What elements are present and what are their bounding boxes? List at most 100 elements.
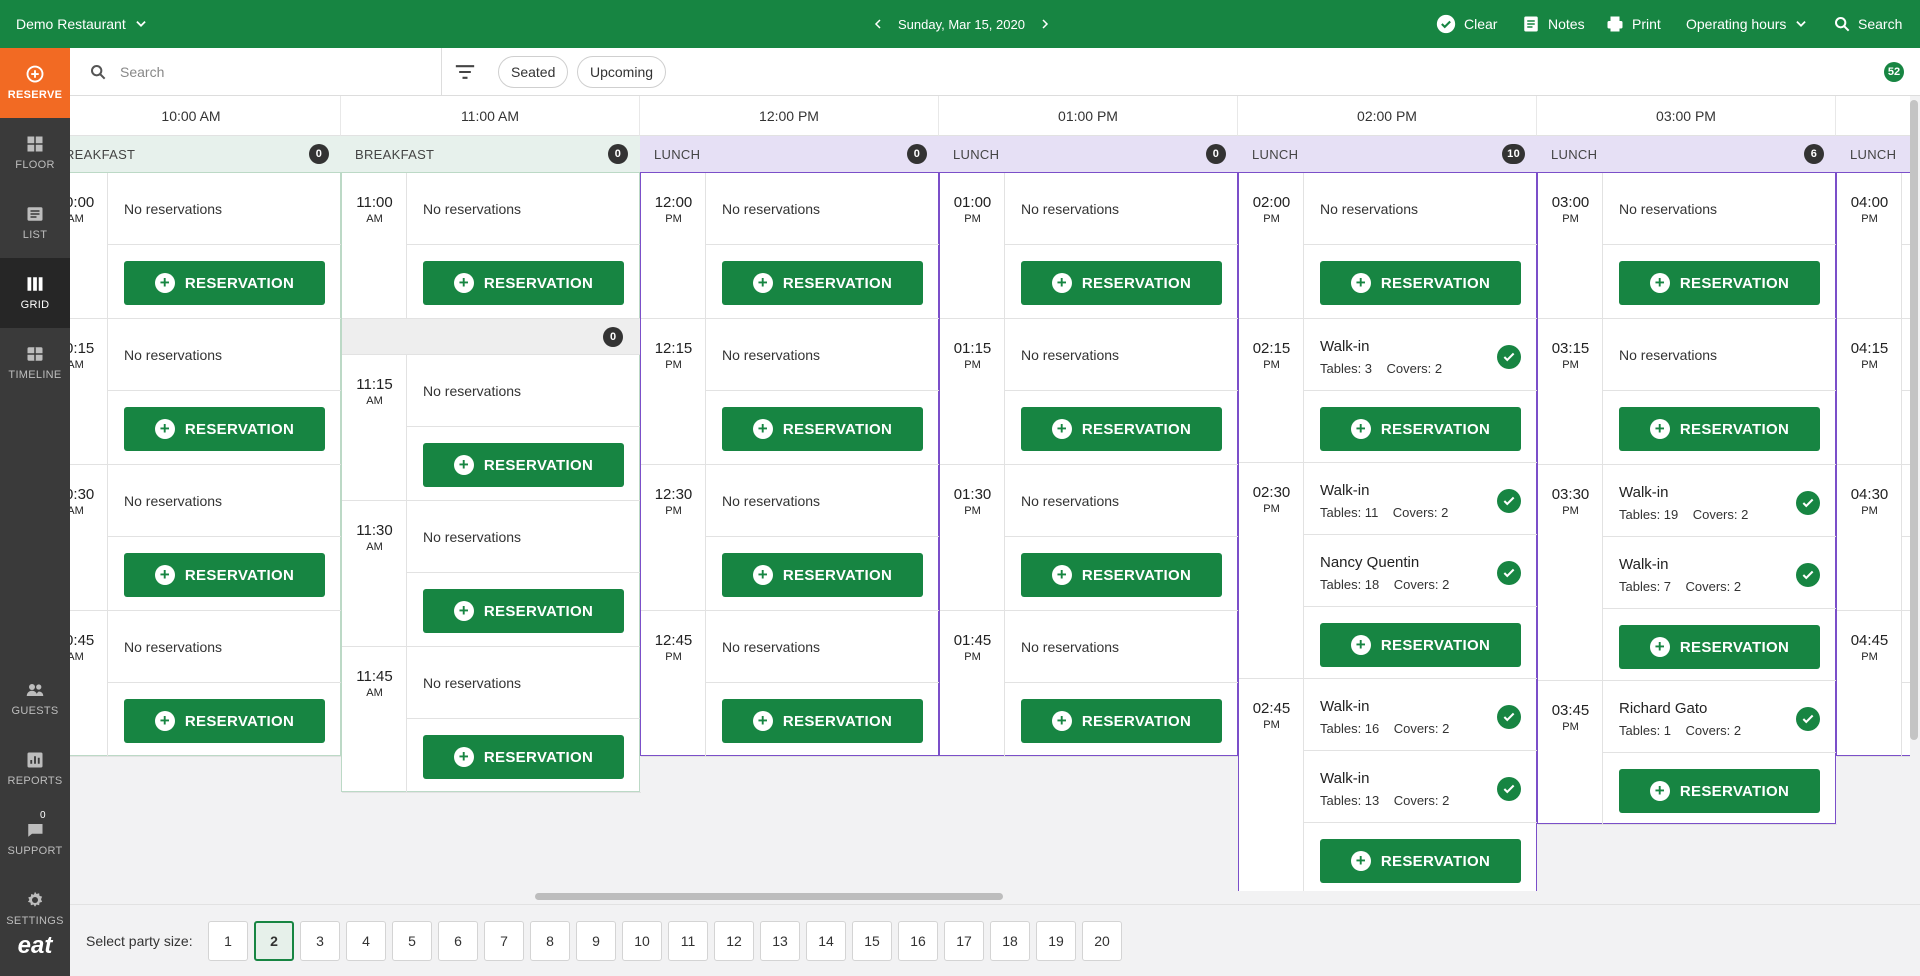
reservation-card[interactable]: Walk-in Tables: 19 Covers: 2 xyxy=(1603,465,1837,537)
search-button[interactable]: Search xyxy=(1834,0,1902,48)
guest-name: Walk-in xyxy=(1320,698,1370,715)
add-reservation-button[interactable]: + RESERVATION xyxy=(423,443,624,487)
reservation-card[interactable]: Walk-in Tables: 16 Covers: 2 xyxy=(1304,679,1538,751)
add-reservation-button[interactable]: + RESERVATION xyxy=(1320,839,1521,883)
add-reservation-button[interactable]: + RESERVATION xyxy=(1021,699,1222,743)
reservation-card[interactable]: Walk-in Tables: 3 Covers: 2 xyxy=(1304,319,1538,391)
time-slot: 03:15 PM No reservations + RESERVATION xyxy=(1538,319,1837,465)
add-reservation-button[interactable]: + RESERVATION xyxy=(1021,261,1222,305)
notes-button[interactable]: Notes xyxy=(1522,0,1585,48)
party-size-button[interactable]: 15 xyxy=(852,921,892,961)
search-input[interactable]: Search xyxy=(120,64,164,80)
no-reservations-text: No reservations xyxy=(423,383,522,399)
add-reservation-button[interactable]: + RESERVATION xyxy=(1320,623,1521,667)
seated-filter-chip[interactable]: Seated xyxy=(498,56,569,88)
party-size-button[interactable]: 9 xyxy=(576,921,616,961)
horizontal-scrollbar[interactable] xyxy=(535,893,1003,900)
slot-time: 02:00 xyxy=(1252,194,1291,211)
chevron-left-icon[interactable] xyxy=(872,17,884,31)
add-reservation-button[interactable]: + RESERVATION xyxy=(423,735,624,779)
add-reservation-button[interactable]: + RESERVATION xyxy=(423,589,624,633)
reservation-button-label: RESERVATION xyxy=(184,274,295,292)
upcoming-filter-chip[interactable]: Upcoming xyxy=(577,56,667,88)
time-slot: 03:00 PM No reservations + RESERVATION xyxy=(1538,173,1837,319)
guest-name: Richard Gato xyxy=(1619,700,1708,717)
add-reservation-button[interactable]: + RESERVATION xyxy=(124,407,325,451)
add-reservation-button[interactable]: + RESERVATION xyxy=(1619,261,1820,305)
slot-ampm: AM xyxy=(70,651,84,663)
add-reservation-button[interactable]: + RESERVATION xyxy=(722,699,923,743)
party-size-button[interactable]: 13 xyxy=(760,921,800,961)
party-size-button[interactable]: 20 xyxy=(1082,921,1122,961)
party-size-button[interactable]: 18 xyxy=(990,921,1030,961)
party-size-button[interactable]: 4 xyxy=(346,921,386,961)
add-reservation-button[interactable]: + RESERVATION xyxy=(1619,769,1820,813)
reservation-card[interactable]: Walk-in Tables: 7 Covers: 2 xyxy=(1603,537,1837,609)
filter-button[interactable] xyxy=(452,60,478,84)
add-reservation-button[interactable]: + RESERVATION xyxy=(722,553,923,597)
sidebar-item-list[interactable]: LIST xyxy=(0,188,70,258)
operating-hours-dropdown[interactable]: Operating hours xyxy=(1686,0,1808,48)
party-size-button[interactable]: 19 xyxy=(1036,921,1076,961)
reservation-card[interactable]: Walk-in Tables: 11 Covers: 2 xyxy=(1304,463,1538,535)
party-size-button[interactable]: 10 xyxy=(622,921,662,961)
party-size-label: Select party size: xyxy=(86,933,193,949)
sidebar-item-reports[interactable]: REPORTS xyxy=(0,734,70,804)
party-size-button[interactable]: 17 xyxy=(944,921,984,961)
party-size-button[interactable]: 14 xyxy=(806,921,846,961)
party-size-button[interactable]: 2 xyxy=(254,921,294,961)
restaurant-selector[interactable]: Demo Restaurant xyxy=(16,0,148,48)
party-size-button[interactable]: 1 xyxy=(208,921,248,961)
party-size-button[interactable]: 12 xyxy=(714,921,754,961)
add-reservation-button[interactable]: + RESERVATION xyxy=(124,699,325,743)
add-reservation-button[interactable]: + RESERVATION xyxy=(423,261,624,305)
vertical-scrollbar[interactable] xyxy=(1910,100,1918,740)
sidebar-item-floor[interactable]: FLOOR xyxy=(0,118,70,188)
time-slot: 11:15 AM No reservations + RESERVATION xyxy=(342,355,641,501)
search-box[interactable]: Search xyxy=(70,48,442,96)
reservation-card[interactable]: Nancy Quentin Tables: 18 Covers: 2 xyxy=(1304,535,1538,607)
party-size-button[interactable]: 5 xyxy=(392,921,432,961)
add-reservation-button[interactable]: + RESERVATION xyxy=(124,261,325,305)
current-date[interactable]: Sunday, Mar 15, 2020 xyxy=(898,17,1025,32)
add-reservation-row: +RESERVATION xyxy=(407,719,641,793)
party-size-button[interactable]: 7 xyxy=(484,921,524,961)
empty-slot-row: No reservations xyxy=(1902,465,1910,537)
reservation-card[interactable]: Richard Gato Tables: 1 Covers: 2 xyxy=(1603,681,1837,753)
add-reservation-button[interactable]: + RESERVATION xyxy=(1021,553,1222,597)
sidebar-item-grid[interactable]: GRID xyxy=(0,258,70,328)
add-reservation-button[interactable]: + RESERVATION xyxy=(722,407,923,451)
add-reservation-row: +RESERVATION xyxy=(108,537,342,611)
add-reservation-row: +RESERVATION xyxy=(706,537,940,611)
add-icon: + xyxy=(1051,273,1072,293)
sidebar-item-support[interactable]: 0 SUPPORT xyxy=(0,804,70,874)
slot-ampm: PM xyxy=(1861,213,1878,225)
reservation-card[interactable]: Walk-in Tables: 13 Covers: 2 xyxy=(1304,751,1538,823)
party-size-button[interactable]: 16 xyxy=(898,921,938,961)
print-button[interactable]: Print xyxy=(1606,0,1661,48)
add-reservation-button[interactable]: + RESERVATION xyxy=(1619,625,1820,669)
add-reservation-button[interactable]: + RESERVATION xyxy=(1021,407,1222,451)
empty-slot-row: No reservations xyxy=(108,611,342,683)
add-reservation-button[interactable]: + RESERVATION xyxy=(1619,407,1820,451)
sidebar-item-timeline[interactable]: TIMELINE xyxy=(0,328,70,398)
add-reservation-button[interactable]: + RESERVATION xyxy=(1320,407,1521,451)
time-slot: 04:15 PM No reservations +RESERVATION xyxy=(1837,319,1910,465)
sidebar-item-reserve[interactable]: RESERVE xyxy=(0,48,70,118)
add-reservation-button[interactable]: + RESERVATION xyxy=(722,261,923,305)
party-size-button[interactable]: 6 xyxy=(438,921,478,961)
add-reservation-button[interactable]: + RESERVATION xyxy=(124,553,325,597)
sidebar: RESERVE FLOOR LIST GRID TIMELINE GUESTS … xyxy=(0,48,70,976)
party-size-button[interactable]: 3 xyxy=(300,921,340,961)
party-size-button[interactable]: 8 xyxy=(530,921,570,961)
sidebar-item-guests[interactable]: GUESTS xyxy=(0,664,70,734)
restaurant-name: Demo Restaurant xyxy=(16,16,126,32)
chevron-right-icon[interactable] xyxy=(1039,17,1051,31)
add-reservation-row: +RESERVATION xyxy=(1902,391,1910,465)
add-icon: + xyxy=(453,747,474,767)
party-size-button[interactable]: 11 xyxy=(668,921,708,961)
time-slot: 01:30 PM No reservations + RESERVATION xyxy=(940,465,1239,611)
add-reservation-button[interactable]: + RESERVATION xyxy=(1320,261,1521,305)
clear-button[interactable]: Clear xyxy=(1436,0,1497,48)
reservation-button-label: RESERVATION xyxy=(1081,712,1192,730)
